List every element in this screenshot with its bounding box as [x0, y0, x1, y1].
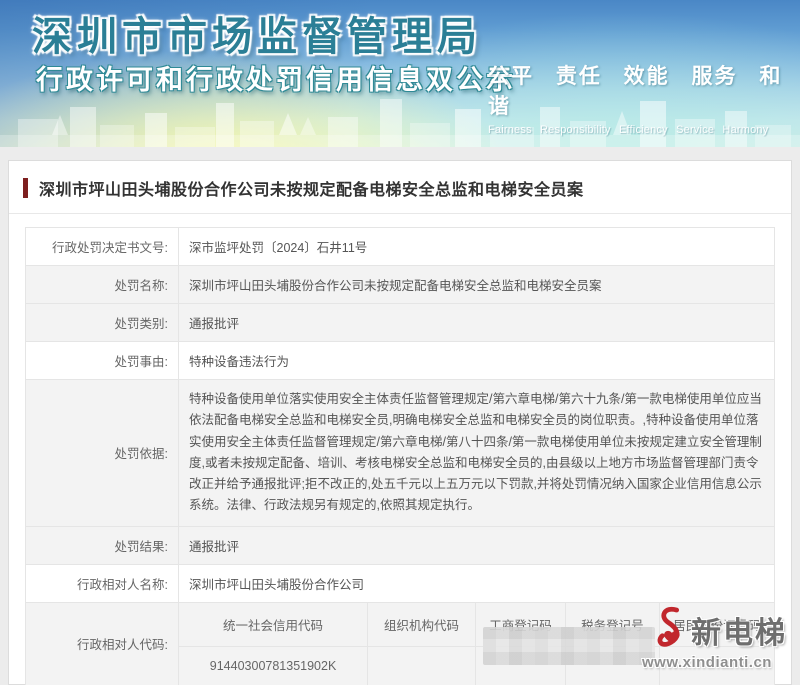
codes-col-header: 统一社会信用代码 — [179, 603, 368, 647]
banner-subtitle: 行政许可和行政处罚信用信息双公示 — [36, 58, 516, 97]
row-value: 通报批评 — [179, 526, 775, 564]
title-accent-bar — [23, 178, 28, 198]
slogan-english: Fairness Responsibility Efficiency Servi… — [488, 124, 800, 136]
table-row: 行政相对人名称: 深圳市坪山田头埔股份合作公司 — [26, 564, 775, 602]
table-row: 处罚事由: 特种设备违法行为 — [26, 342, 775, 380]
table-row: 行政处罚决定书文号: 深市监坪处罚〔2024〕石井11号 — [26, 228, 775, 266]
row-label: 行政相对人代码: — [26, 602, 179, 685]
credit-code-value: 91440300781351902K — [179, 646, 368, 685]
org-title: 深圳市市场监督管理局 — [32, 4, 482, 62]
slogan-chinese: 公平 责任 效能 服务 和谐 — [488, 60, 800, 120]
row-label: 处罚事由: — [26, 342, 179, 380]
content-panel: 深圳市坪山田头埔股份合作公司未按规定配备电梯安全总监和电梯安全员案 行政处罚决定… — [8, 160, 792, 685]
row-label: 处罚依据: — [26, 380, 179, 527]
row-label: 处罚类别: — [26, 304, 179, 342]
row-value: 特种设备使用单位落实使用安全主体责任监督管理规定/第六章电梯/第六十九条/第一款… — [179, 380, 775, 527]
brand-url: www.xindianti.cn — [627, 654, 787, 671]
row-label: 行政处罚决定书文号: — [26, 228, 179, 266]
row-label: 行政相对人名称: — [26, 564, 179, 602]
row-value: 通报批评 — [179, 304, 775, 342]
codes-col-header: 组织机构代码 — [368, 603, 476, 647]
page-title: 深圳市坪山田头埔股份合作公司未按规定配备电梯安全总监和电梯安全员案 — [39, 176, 584, 200]
row-value: 深圳市坪山田头埔股份合作公司 — [179, 564, 775, 602]
table-row: 处罚名称: 深圳市坪山田头埔股份合作公司未按规定配备电梯安全总监和电梯安全员案 — [26, 266, 775, 304]
row-label: 处罚结果: — [26, 526, 179, 564]
site-banner: 深圳市市场监督管理局 行政许可和行政处罚信用信息双公示 公平 责任 效能 服务 … — [0, 0, 800, 147]
case-title-row: 深圳市坪山田头埔股份合作公司未按规定配备电梯安全总监和电梯安全员案 — [9, 161, 791, 214]
xindianti-logo-icon — [651, 605, 689, 655]
row-value: 深市监坪处罚〔2024〕石井11号 — [179, 228, 775, 266]
brand-name: 新电梯 — [691, 608, 787, 652]
row-value: 深圳市坪山田头埔股份合作公司未按规定配备电梯安全总监和电梯安全员案 — [179, 266, 775, 304]
row-value: 特种设备违法行为 — [179, 342, 775, 380]
table-row: 处罚依据: 特种设备使用单位落实使用安全主体责任监督管理规定/第六章电梯/第六十… — [26, 380, 775, 527]
row-label: 处罚名称: — [26, 266, 179, 304]
table-row: 处罚类别: 通报批评 — [26, 304, 775, 342]
slogan-block: 公平 责任 效能 服务 和谐 Fairness Responsibility E… — [488, 60, 800, 136]
xindianti-watermark: 新电梯 www.xindianti.cn — [627, 605, 787, 671]
empty-code-cell — [368, 646, 476, 685]
table-row: 处罚结果: 通报批评 — [26, 526, 775, 564]
